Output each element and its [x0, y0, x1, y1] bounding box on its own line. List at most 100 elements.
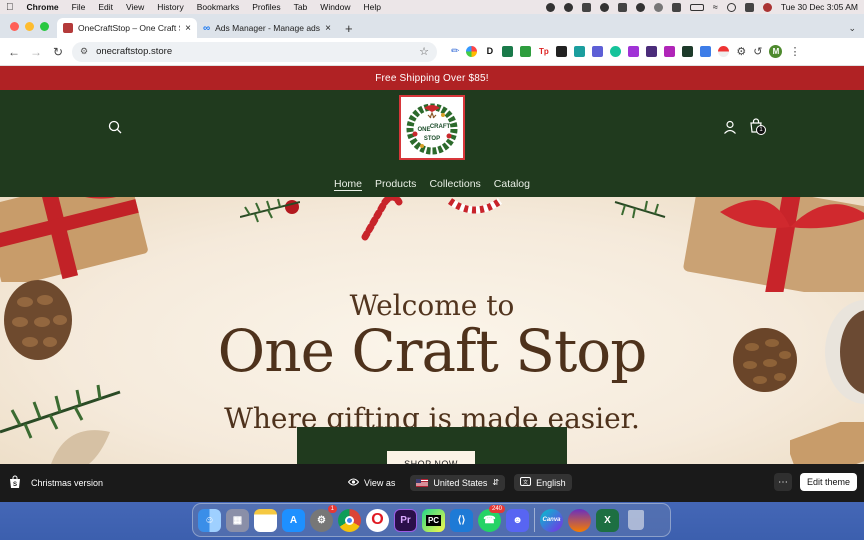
menu-history[interactable]: History: [157, 2, 183, 12]
zoom-window-button[interactable]: [40, 21, 49, 31]
status-eye-icon[interactable]: [563, 2, 573, 12]
discord-icon[interactable]: ☻: [506, 508, 529, 532]
nav-collections[interactable]: Collections: [429, 178, 480, 190]
opera-icon[interactable]: O: [366, 508, 389, 532]
ext-pokeball-icon[interactable]: [718, 46, 730, 57]
ext-pen-icon[interactable]: ✏: [451, 46, 459, 57]
pine-branch-top-right-decoration: [614, 200, 666, 219]
tab-ads-manager[interactable]: ∞ Ads Manager - Manage ads - ×: [197, 18, 337, 38]
minimize-window-button[interactable]: [25, 21, 34, 31]
country-value: United States: [433, 477, 488, 488]
ext-w-icon[interactable]: [646, 46, 658, 57]
site-info-icon[interactable]: ⚙: [80, 46, 88, 57]
country-selector[interactable]: United States ⇵: [410, 474, 506, 491]
ext-d-icon[interactable]: D: [484, 46, 496, 57]
ext-colorful-icon[interactable]: [466, 46, 478, 57]
search-icon[interactable]: [108, 120, 122, 139]
address-bar[interactable]: ⚙ onecraftstop.store ☆: [72, 41, 437, 62]
us-flag-icon: [416, 478, 429, 487]
menu-view[interactable]: View: [126, 2, 144, 12]
account-icon[interactable]: [723, 120, 737, 139]
canva-icon[interactable]: Canva: [540, 508, 563, 532]
siri-icon[interactable]: [762, 2, 772, 12]
menu-file[interactable]: File: [72, 2, 86, 12]
nav-products[interactable]: Products: [375, 178, 416, 190]
bookmark-star-icon[interactable]: ☆: [419, 45, 429, 58]
language-selector[interactable]: 文 English: [514, 474, 572, 491]
launchpad-icon[interactable]: ▦: [226, 508, 249, 532]
pycharm-icon[interactable]: PC: [422, 508, 445, 532]
notes-icon[interactable]: [254, 508, 277, 532]
tab-onecraftstop[interactable]: OneCraftStop – One Craft St ×: [57, 18, 197, 38]
ext-grammarly-icon[interactable]: [610, 46, 622, 57]
apple-icon[interactable]: : [6, 2, 14, 13]
gift-box-left-decoration: [0, 197, 148, 282]
store-logo[interactable]: ONE CRAFT STOP: [399, 95, 465, 160]
ext-green-badge-icon[interactable]: [520, 46, 532, 57]
close-tab-icon[interactable]: ×: [185, 23, 191, 34]
url-text: onecraftstop.store: [96, 46, 173, 57]
finder-icon[interactable]: ☺: [198, 508, 221, 532]
menu-tab[interactable]: Tab: [294, 2, 308, 12]
menubar-clock[interactable]: Tue 30 Dec 3:05 AM: [781, 2, 858, 12]
tab-search-icon[interactable]: ⌄: [848, 18, 856, 38]
new-tab-button[interactable]: +: [337, 18, 361, 38]
svg-text:S: S: [13, 482, 17, 488]
system-settings-icon[interactable]: ⚙ 1: [310, 504, 337, 532]
menu-edit[interactable]: Edit: [98, 2, 113, 12]
browser-toolbar: ← → ↻ ⚙ onecraftstop.store ☆ ✏ D Tp ⚙ ↺ …: [0, 38, 864, 66]
ext-dollar-icon[interactable]: [502, 46, 514, 57]
ext-dark-f-icon[interactable]: [556, 46, 568, 57]
screen: { "menubar": { "app": "Chrome", "items":…: [0, 0, 864, 540]
spotlight-icon[interactable]: [726, 2, 736, 12]
status-mic-icon[interactable]: [653, 2, 663, 12]
whatsapp-icon[interactable]: ☎ 240: [478, 504, 505, 532]
battery-icon[interactable]: [689, 3, 704, 11]
forward-button[interactable]: →: [28, 45, 44, 59]
gift-box-right-decoration: [683, 197, 864, 292]
menu-help[interactable]: Help: [364, 2, 381, 12]
ext-dark-green-icon[interactable]: [682, 46, 694, 57]
nav-catalog[interactable]: Catalog: [494, 178, 530, 190]
premiere-pro-icon[interactable]: Pr: [394, 508, 417, 532]
chrome-icon[interactable]: [338, 508, 361, 532]
announcement-text: Free Shipping Over $85!: [375, 72, 489, 84]
dock-separator: [534, 508, 535, 532]
status-bars-icon[interactable]: [617, 2, 627, 12]
audio-app-icon[interactable]: [568, 508, 591, 532]
ext-puzzle-purple-icon[interactable]: [628, 46, 640, 57]
reload-button[interactable]: ↻: [50, 45, 66, 59]
extensions-puzzle-icon[interactable]: ⚙: [736, 45, 746, 58]
shop-now-button[interactable]: SHOP NOW: [387, 451, 475, 464]
profile-avatar[interactable]: M: [769, 45, 783, 58]
chrome-menu-icon[interactable]: ⋮: [789, 45, 800, 58]
sync-icon[interactable]: ↺: [753, 45, 762, 58]
trash-icon[interactable]: [624, 509, 647, 532]
vscode-icon[interactable]: ⟨⟩: [450, 508, 473, 532]
control-center-icon[interactable]: [744, 2, 754, 12]
excel-icon[interactable]: X: [596, 508, 619, 532]
menu-app-name[interactable]: Chrome: [27, 2, 59, 12]
status-dropbox-icon[interactable]: [581, 2, 591, 12]
edit-theme-button[interactable]: Edit theme: [799, 473, 857, 491]
macos-dock: ☺ ▦ A ⚙ 1 O Pr PC ⟨⟩ ☎ 240 ☻ Canva X: [192, 503, 671, 537]
ext-s-icon[interactable]: [574, 46, 586, 57]
status-user-icon[interactable]: [635, 2, 645, 12]
ext-translate-icon[interactable]: [700, 46, 712, 57]
ext-tp-icon[interactable]: Tp: [538, 46, 550, 57]
app-store-icon[interactable]: A: [282, 508, 305, 532]
menu-window[interactable]: Window: [320, 2, 350, 12]
status-m-icon[interactable]: [599, 2, 609, 12]
close-tab-icon[interactable]: ×: [325, 23, 331, 34]
status-keyboard-icon[interactable]: [671, 2, 681, 12]
nav-home[interactable]: Home: [334, 178, 362, 190]
wifi-icon[interactable]: ≈: [713, 2, 718, 12]
more-options-button[interactable]: ⋯: [773, 473, 792, 491]
back-button[interactable]: ←: [6, 45, 22, 59]
close-window-button[interactable]: [10, 21, 19, 31]
ext-download-icon[interactable]: [664, 46, 676, 57]
menu-profiles[interactable]: Profiles: [252, 2, 280, 12]
status-c-icon[interactable]: [545, 2, 555, 12]
menu-bookmarks[interactable]: Bookmarks: [197, 2, 240, 12]
ext-purple-badge-icon[interactable]: [592, 46, 604, 57]
